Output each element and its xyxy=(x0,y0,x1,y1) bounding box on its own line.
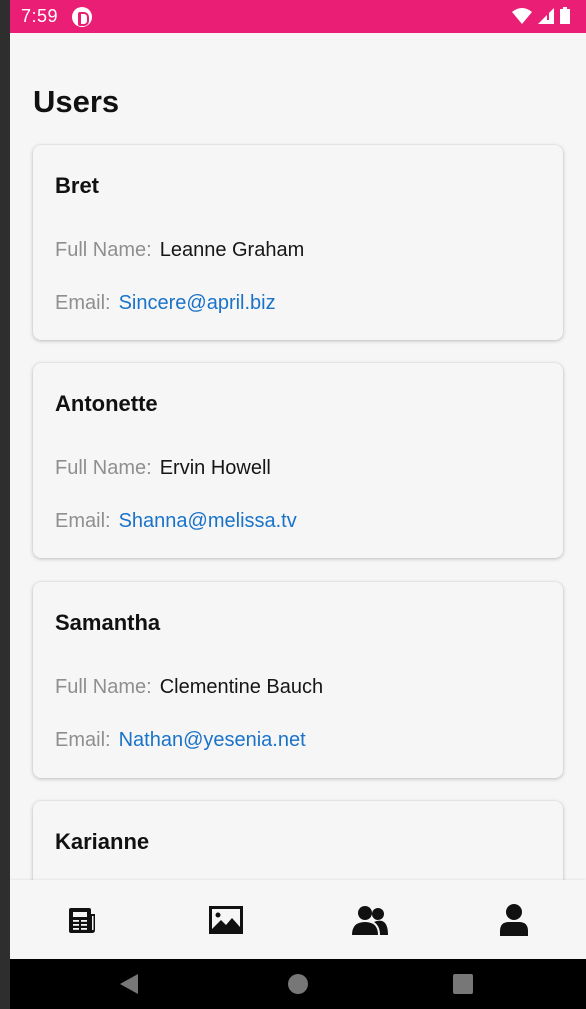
status-bar: 7:59 xyxy=(10,0,586,33)
tab-posts[interactable] xyxy=(10,880,154,959)
app-screen: 7:59 Users Bret Full Name: Leanne Graham … xyxy=(10,0,586,1009)
recents-icon xyxy=(453,974,473,994)
full-name-row: Full Name: Ervin Howell xyxy=(55,457,271,480)
app-notification-icon xyxy=(72,6,93,27)
back-icon xyxy=(120,974,138,994)
email-row: Email: Nathan@yesenia.net xyxy=(55,729,306,752)
email-link[interactable]: Nathan@yesenia.net xyxy=(119,729,306,751)
home-icon xyxy=(288,974,308,994)
email-label: Email: xyxy=(55,729,111,751)
system-navigation-bar xyxy=(10,959,586,1009)
nav-back-button[interactable] xyxy=(118,959,140,1009)
user-icon xyxy=(500,903,528,936)
status-indicators xyxy=(512,7,570,24)
bottom-tab-bar xyxy=(10,880,586,959)
user-card[interactable]: Antonette Full Name: Ervin Howell Email: S… xyxy=(33,363,563,558)
user-username: Karianne xyxy=(55,829,150,854)
tab-profile[interactable] xyxy=(442,880,586,959)
user-card[interactable]: Bret Full Name: Leanne Graham Email: Since… xyxy=(33,145,563,340)
user-username: Antonette xyxy=(55,391,158,416)
email-row: Email: Shanna@melissa.tv xyxy=(55,510,297,533)
email-label: Email: xyxy=(55,510,111,532)
user-username: Bret xyxy=(55,173,100,198)
nav-recents-button[interactable] xyxy=(453,959,473,1009)
email-label: Email: xyxy=(55,292,111,314)
user-card[interactable]: Samantha Full Name: Clementine Bauch Emai… xyxy=(33,582,563,778)
left-edge xyxy=(0,0,10,1009)
email-row: Email: Sincere@april.biz xyxy=(55,292,276,315)
tab-photos[interactable] xyxy=(154,880,298,959)
signal-icon xyxy=(538,7,554,24)
full-name-value: Clementine Bauch xyxy=(159,676,324,698)
user-username: Samantha xyxy=(55,610,161,635)
tab-users[interactable] xyxy=(298,880,442,959)
full-name-label: Full Name: xyxy=(55,676,152,698)
newspaper-icon xyxy=(69,907,95,933)
full-name-value: Leanne Graham xyxy=(159,239,305,261)
full-name-label: Full Name: xyxy=(55,457,152,479)
image-icon xyxy=(209,905,243,934)
full-name-row: Full Name: Leanne Graham xyxy=(55,239,304,262)
full-name-value: Ervin Howell xyxy=(159,457,271,479)
battery-icon xyxy=(560,7,570,24)
full-name-row: Full Name: Clementine Bauch xyxy=(55,676,323,699)
email-link[interactable]: Shanna@melissa.tv xyxy=(119,510,297,532)
full-name-label: Full Name: xyxy=(55,239,152,261)
wifi-icon xyxy=(512,7,532,24)
page-title: Users xyxy=(33,84,120,119)
email-link[interactable]: Sincere@april.biz xyxy=(119,292,276,314)
status-time: 7:59 xyxy=(21,6,59,26)
nav-home-button[interactable] xyxy=(288,959,308,1009)
users-icon xyxy=(352,905,388,935)
